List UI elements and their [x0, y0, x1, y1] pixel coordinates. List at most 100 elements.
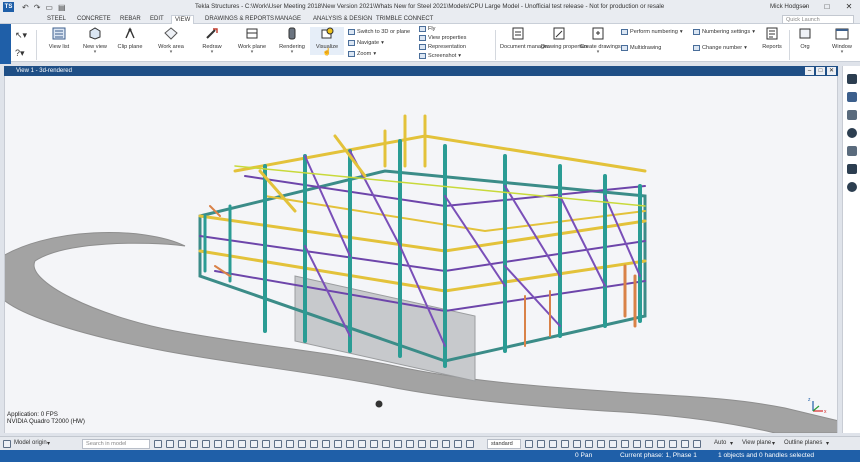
- select-planes-icon[interactable]: [262, 440, 270, 448]
- new-view-button[interactable]: New view ▾: [78, 27, 112, 55]
- snap-geometry-icon[interactable]: [621, 440, 629, 448]
- tab-analysis-design[interactable]: ANALYSIS & DESIGN: [310, 15, 375, 24]
- numbering-settings-button[interactable]: Numbering settings ▾: [693, 29, 755, 35]
- window-button[interactable]: Window ▾: [826, 27, 858, 55]
- settings-icon[interactable]: [846, 164, 857, 174]
- rendering-button[interactable]: Rendering ▾: [275, 27, 309, 55]
- open-icon[interactable]: ▤: [58, 3, 66, 12]
- select-rebar-icon[interactable]: [226, 440, 234, 448]
- select-objects-icon[interactable]: [310, 440, 318, 448]
- quick-launch-input[interactable]: Quick Launch: [782, 15, 854, 24]
- tab-manage[interactable]: MANAGE: [272, 15, 304, 24]
- snap-any-icon[interactable]: [645, 440, 653, 448]
- snap-end-icon[interactable]: [525, 440, 533, 448]
- multidrawing-button[interactable]: Multidrawing: [621, 45, 661, 51]
- close-icon[interactable]: ✕: [838, 0, 860, 14]
- clipboard-icon[interactable]: [846, 146, 857, 156]
- snap-perpendicular-icon[interactable]: [561, 440, 569, 448]
- snap-line-icon[interactable]: [573, 440, 581, 448]
- create-drawings-button[interactable]: Create drawings ▾: [580, 27, 621, 55]
- tab-steel[interactable]: STEEL: [44, 15, 69, 24]
- snap-grid-icon[interactable]: [681, 440, 689, 448]
- view-close-icon[interactable]: ✕: [827, 67, 836, 75]
- filter-standard-select[interactable]: standard: [487, 439, 521, 449]
- screenshot-button[interactable]: Screenshot ▾: [419, 53, 461, 59]
- drawing-properties-button[interactable]: Drawing properties: [541, 27, 588, 50]
- help-icon[interactable]: ?▾: [15, 48, 25, 59]
- select-bolts-icon[interactable]: [214, 440, 222, 448]
- navigate-button[interactable]: Navigate ▾: [348, 40, 384, 46]
- minimize-icon[interactable]: –: [794, 0, 816, 14]
- view-list-button[interactable]: View list: [42, 27, 76, 50]
- perform-numbering-button[interactable]: Perform numbering ▾: [621, 29, 683, 35]
- work-plane-button[interactable]: Work plane ▾: [235, 27, 269, 55]
- snap-mid-icon[interactable]: [537, 440, 545, 448]
- select-filter-settings-icon[interactable]: [466, 440, 474, 448]
- organizer-button[interactable]: Org: [794, 27, 816, 50]
- document-manager-button[interactable]: Document manager: [500, 27, 549, 50]
- select-grid-planes-icon[interactable]: [430, 440, 438, 448]
- select-analysis-icon[interactable]: [454, 440, 462, 448]
- view-maximize-icon[interactable]: □: [816, 67, 825, 75]
- redo-icon[interactable]: ↷: [34, 3, 41, 12]
- select-loads-icon[interactable]: [442, 440, 450, 448]
- zoom-button[interactable]: Zoom ▾: [348, 51, 376, 57]
- layers-icon[interactable]: [846, 110, 857, 120]
- select-components-icon[interactable]: [286, 440, 294, 448]
- select-reference-icon[interactable]: [370, 440, 378, 448]
- view-minimize-icon[interactable]: –: [805, 67, 814, 75]
- globe-icon[interactable]: [846, 128, 857, 138]
- select-views-icon[interactable]: [274, 440, 282, 448]
- tab-rebar[interactable]: REBAR: [117, 15, 144, 24]
- select-pours-icon[interactable]: [346, 440, 354, 448]
- clip-plane-button[interactable]: Clip plane: [113, 27, 147, 50]
- maximize-icon[interactable]: □: [816, 0, 838, 14]
- help-circle-icon[interactable]: [846, 182, 857, 192]
- reports-button[interactable]: Reports: [757, 27, 787, 50]
- chevron-down-icon[interactable]: ▾: [47, 440, 50, 447]
- select-details-icon[interactable]: [394, 440, 402, 448]
- select-cast-units-icon[interactable]: [382, 440, 390, 448]
- select-welds-icon[interactable]: [202, 440, 210, 448]
- select-parts-icon[interactable]: [190, 440, 198, 448]
- snap-nearest-icon[interactable]: [597, 440, 605, 448]
- snap-free-icon[interactable]: [633, 440, 641, 448]
- snap-plane-icon[interactable]: [693, 440, 701, 448]
- snap-center-icon[interactable]: [585, 440, 593, 448]
- catalog-icon[interactable]: [846, 92, 857, 102]
- select-seams-icon[interactable]: [406, 440, 414, 448]
- select-grids-icon[interactable]: [238, 440, 246, 448]
- select-arrow-icon[interactable]: ↖▾: [15, 30, 27, 41]
- snap-extension-icon[interactable]: [657, 440, 665, 448]
- select-tasks-icon[interactable]: [418, 440, 426, 448]
- snap-intersection-icon[interactable]: [549, 440, 557, 448]
- model-viewport-3d[interactable]: z x: [4, 76, 838, 433]
- tab-drawings-reports[interactable]: DRAWINGS & REPORTS: [202, 15, 277, 24]
- undo-icon[interactable]: ↶: [22, 3, 29, 12]
- visualize-button[interactable]: Visualize ☝: [310, 27, 344, 56]
- outline-planes-select[interactable]: Outline planes: [784, 440, 822, 446]
- snap-reference-icon[interactable]: [609, 440, 617, 448]
- tab-edit[interactable]: EDIT: [147, 15, 167, 24]
- select-controls-icon[interactable]: [358, 440, 366, 448]
- select-all-icon[interactable]: [178, 440, 186, 448]
- save-icon[interactable]: ▭: [45, 3, 53, 12]
- redraw-button[interactable]: Redraw ▾: [195, 27, 229, 55]
- fly-button[interactable]: Fly: [419, 26, 435, 32]
- snap-depth-select[interactable]: Auto: [714, 440, 726, 446]
- search-model-input[interactable]: Search in model: [82, 439, 150, 449]
- chevron-down-icon[interactable]: ▾: [730, 440, 733, 447]
- property-pane-icon[interactable]: [846, 74, 857, 84]
- find-icon[interactable]: [154, 440, 162, 448]
- work-area-button[interactable]: Work area ▾: [154, 27, 188, 55]
- select-rebar-sets-icon[interactable]: [322, 440, 330, 448]
- view-plane-select[interactable]: View plane: [742, 440, 771, 446]
- view-properties-button[interactable]: View properties: [419, 35, 466, 41]
- switch-3d-plane-button[interactable]: Switch to 3D or plane: [348, 29, 410, 35]
- model-origin-select[interactable]: Model origin: [14, 440, 47, 446]
- representation-button[interactable]: Representation: [419, 44, 466, 50]
- tab-trimble-connect[interactable]: TRIMBLE CONNECT: [373, 15, 436, 24]
- tab-concrete[interactable]: CONCRETE: [74, 15, 114, 24]
- select-assemblies-icon[interactable]: [298, 440, 306, 448]
- snap-override-icon[interactable]: [669, 440, 677, 448]
